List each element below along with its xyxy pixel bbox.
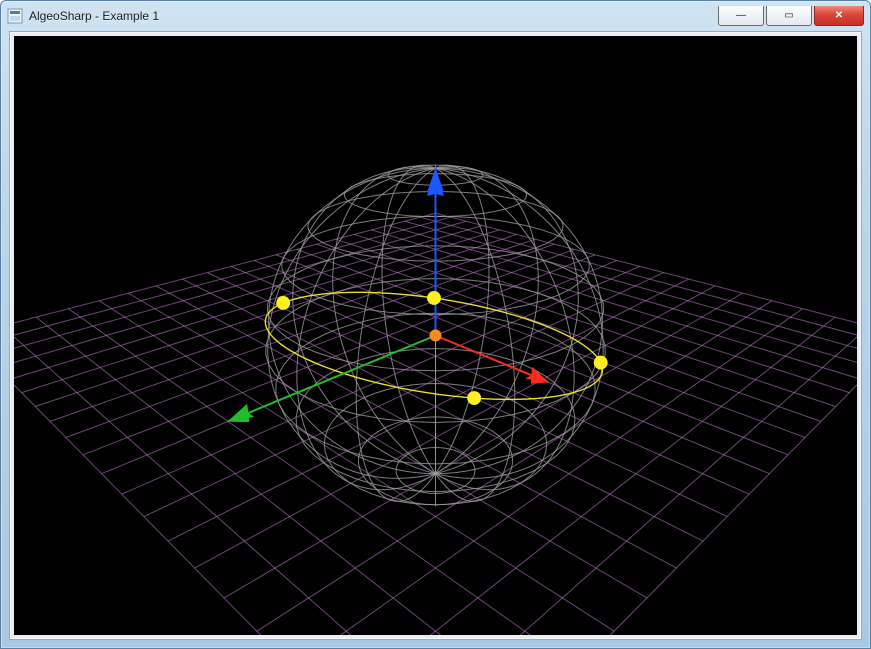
- app-icon: [7, 8, 23, 24]
- titlebar[interactable]: AlgeoSharp - Example 1 — ▭ ✕: [1, 1, 870, 31]
- window-controls: — ▭ ✕: [718, 6, 864, 26]
- maximize-icon: ▭: [784, 11, 793, 21]
- app-window: AlgeoSharp - Example 1 — ▭ ✕: [0, 0, 871, 649]
- window-title: AlgeoSharp - Example 1: [29, 9, 159, 23]
- minimize-button[interactable]: —: [718, 6, 764, 26]
- client-area: [9, 31, 862, 640]
- scene-svg: [14, 36, 857, 635]
- maximize-button[interactable]: ▭: [766, 6, 812, 26]
- close-icon: ✕: [835, 11, 843, 21]
- close-button[interactable]: ✕: [814, 6, 864, 26]
- viewport-3d[interactable]: [14, 36, 857, 635]
- minimize-icon: —: [736, 11, 746, 21]
